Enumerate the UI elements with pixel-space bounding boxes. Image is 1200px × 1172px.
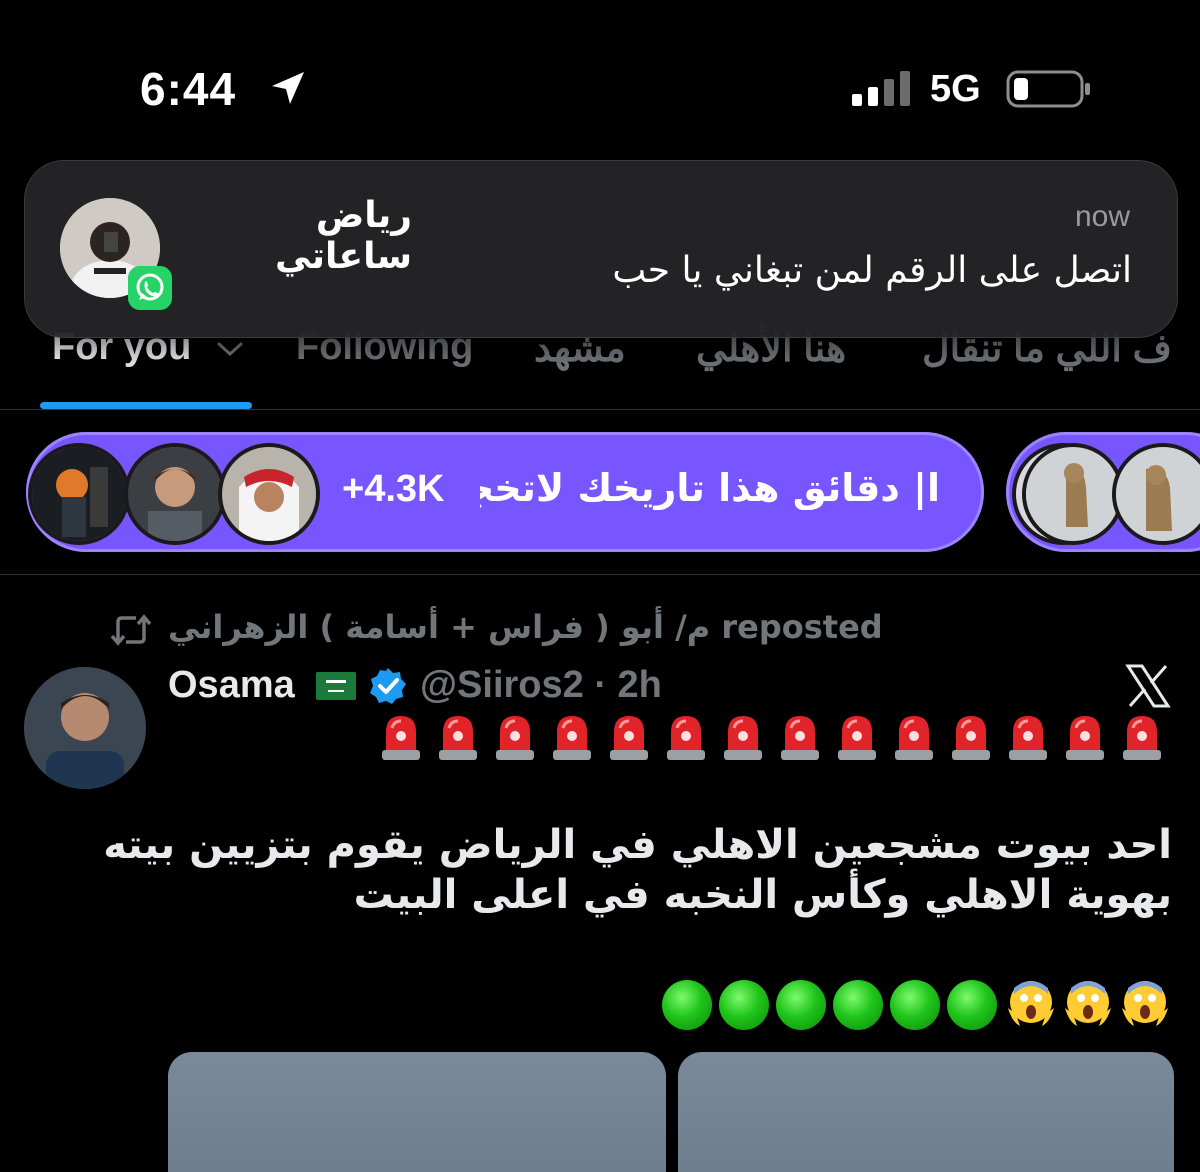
space-host-avatar [28, 443, 130, 545]
green-circle-emoji-icon [947, 980, 997, 1030]
divider [0, 409, 1200, 410]
author-avatar[interactable] [24, 667, 146, 789]
location-arrow-icon [272, 72, 304, 104]
siren-emoji-icon [382, 716, 420, 760]
status-time: 6:44 [140, 63, 237, 115]
post-text-line-1: احد بيوت مشجعين الاهلي في الرياض يقوم بت… [103, 822, 1172, 868]
siren-emoji-icon [1066, 716, 1104, 760]
space-speaker-avatar [1022, 443, 1124, 545]
cellular-signal-icon [852, 71, 910, 106]
repost-label[interactable]: م/ أبو ( فراس + أسامة ) الزهراني reposte… [168, 608, 883, 646]
green-circle-emoji-icon [833, 980, 883, 1030]
space-title: ا| دقائق هذا تاريخك لاتخجل [480, 466, 940, 510]
green-circle-emoji-icon [890, 980, 940, 1030]
siren-emoji-row [380, 712, 1170, 766]
siren-emoji-icon [553, 716, 591, 760]
divider [0, 574, 1200, 575]
siren-emoji-icon [1123, 716, 1161, 760]
siren-emoji-icon [838, 716, 876, 760]
post-text-line-2: بهوية الاهلي وكأس النخبه في اعلى البيت [353, 872, 1172, 918]
green-circle-emoji-icon [662, 980, 712, 1030]
space-speaker-avatar [218, 443, 320, 545]
notification-message: اتصل على الرقم لمن تبغاني يا حب [612, 250, 1132, 291]
space-speaker-avatar [124, 443, 226, 545]
siren-emoji-icon [952, 716, 990, 760]
scream-face-emoji-icon [1065, 981, 1111, 1026]
siren-emoji-icon [724, 716, 762, 760]
chevron-down-icon[interactable] [216, 340, 244, 358]
network-type: 5G [930, 68, 981, 110]
scream-face-emoji-icon [1122, 981, 1168, 1026]
author-name[interactable]: Osama [168, 664, 295, 707]
post-image-left[interactable] [168, 1052, 666, 1172]
space-listener-count: +4.3K [342, 468, 445, 510]
siren-emoji-icon [439, 716, 477, 760]
siren-emoji-icon [610, 716, 648, 760]
emoji-row [660, 978, 1180, 1032]
whatsapp-icon [128, 266, 172, 310]
post-image-right[interactable] [678, 1052, 1174, 1172]
siren-emoji-icon [895, 716, 933, 760]
verified-badge-icon [370, 668, 406, 704]
battery-icon [1006, 70, 1090, 108]
siren-emoji-icon [1009, 716, 1047, 760]
x-logo-icon[interactable] [1124, 662, 1172, 710]
scream-face-emoji-icon [1008, 981, 1054, 1026]
siren-emoji-icon [496, 716, 534, 760]
repost-icon [110, 614, 152, 646]
active-tab-indicator [40, 402, 252, 409]
author-handle-time[interactable]: @Siiros2 · 2h [420, 664, 662, 707]
siren-emoji-icon [781, 716, 819, 760]
saudi-flag-icon [316, 672, 356, 700]
green-circle-emoji-icon [776, 980, 826, 1030]
notification-time: now [1074, 200, 1130, 233]
notification-sender: رياض ساعاتي [275, 195, 412, 277]
siren-emoji-icon [667, 716, 705, 760]
green-circle-emoji-icon [719, 980, 769, 1030]
